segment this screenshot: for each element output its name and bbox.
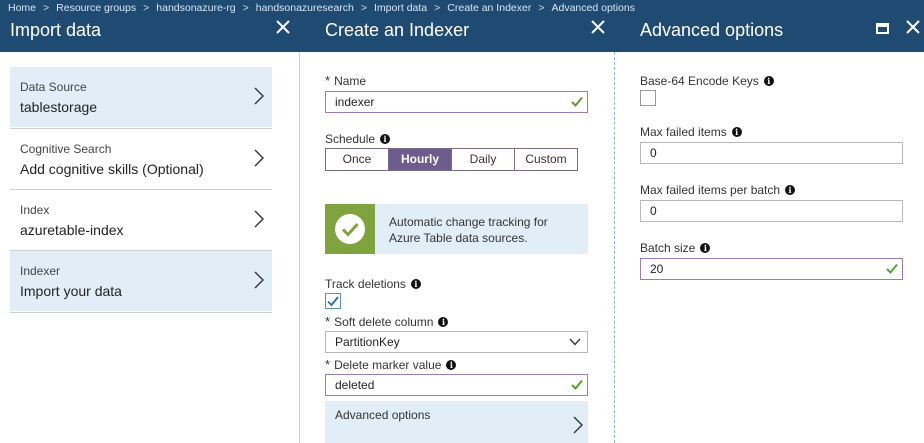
schedule-once-option[interactable]: Once <box>326 149 389 170</box>
step-label: Indexer <box>20 264 61 278</box>
track-deletions-checkbox[interactable] <box>325 293 341 309</box>
max-failed-batch-input[interactable]: 0 <box>640 200 903 222</box>
chevron-right-icon <box>254 271 264 289</box>
blade-divider-active <box>614 52 615 443</box>
breadcrumb-create-indexer[interactable]: Create an Indexer <box>447 2 531 14</box>
schedule-hourly-option[interactable]: Hourly <box>389 149 452 170</box>
name-label: * Name <box>325 73 367 88</box>
schedule-selector: Once Hourly Daily Custom <box>325 148 578 171</box>
chevron-down-icon <box>569 338 581 346</box>
schedule-label: Schedule i <box>325 132 391 146</box>
required-marker: * <box>325 73 331 88</box>
step-value: azuretable-index <box>20 222 124 238</box>
portal-header: Home > Resource groups > handsonazure-rg > … <box>0 0 924 52</box>
close-icon[interactable] <box>904 17 922 39</box>
success-icon <box>335 214 365 244</box>
close-icon[interactable] <box>589 17 607 39</box>
notice-text: Automatic change tracking for Azure Tabl… <box>389 215 548 245</box>
step-value: Import your data <box>20 283 122 299</box>
breadcrumb-import-data[interactable]: Import data <box>374 2 427 14</box>
import-blade-title: Import data <box>10 20 102 40</box>
step-value: Add cognitive skills (Optional) <box>20 161 204 177</box>
breadcrumb-resource-groups[interactable]: Resource groups <box>56 2 136 14</box>
advanced-options-label: Advanced options <box>335 408 431 422</box>
chevron-right-icon <box>254 87 264 105</box>
breadcrumb-separator: > <box>538 2 545 14</box>
step-label: Data Source <box>20 80 87 94</box>
change-tracking-notice: Automatic change tracking for Azure Tabl… <box>325 204 588 254</box>
schedule-daily-option[interactable]: Daily <box>452 149 515 170</box>
checkmark-icon <box>327 296 339 307</box>
advanced-blade-title: Advanced options <box>640 20 784 40</box>
step-index[interactable]: Index azuretable-index <box>10 190 272 250</box>
info-icon[interactable]: i <box>763 76 774 86</box>
blade-divider <box>299 52 300 443</box>
batch-size-label: Batch size i <box>640 241 711 255</box>
breadcrumb-separator: > <box>360 2 368 14</box>
chevron-right-icon <box>254 149 264 167</box>
breadcrumb-separator: > <box>143 2 150 14</box>
breadcrumb-home[interactable]: Home <box>8 2 36 14</box>
breadcrumb-separator: > <box>242 2 249 14</box>
max-failed-items-label: Max failed items i <box>640 125 742 139</box>
soft-delete-column-label: * Soft delete column i <box>325 314 449 329</box>
info-icon[interactable]: i <box>785 185 796 195</box>
maximize-icon[interactable] <box>876 23 889 34</box>
close-icon[interactable] <box>274 17 292 39</box>
checkmark-icon <box>886 263 898 274</box>
breadcrumb-separator: > <box>434 2 441 14</box>
info-icon[interactable]: i <box>446 359 457 370</box>
max-failed-items-input[interactable]: 0 <box>640 142 903 164</box>
step-label: Index <box>20 203 50 217</box>
step-cognitive-search[interactable]: Cognitive Search Add cognitive skills (O… <box>10 129 272 189</box>
breadcrumb: Home > Resource groups > handsonazure-rg > … <box>8 1 635 15</box>
chevron-right-icon <box>573 416 583 434</box>
step-indexer[interactable]: Indexer Import your data <box>10 251 272 311</box>
chevron-right-icon <box>254 210 264 228</box>
breadcrumb-separator: > <box>43 2 50 14</box>
base64-checkbox[interactable] <box>640 90 656 106</box>
divider <box>10 312 272 313</box>
soft-delete-column-select[interactable]: PartitionKey <box>325 331 588 353</box>
delete-marker-input[interactable]: deleted <box>325 374 588 396</box>
step-value: tablestorage <box>20 99 98 115</box>
checkmark-icon <box>571 96 583 107</box>
step-data-source[interactable]: Data Source tablestorage <box>10 67 272 127</box>
max-failed-batch-label: Max failed items per batch i <box>640 183 796 197</box>
track-deletions-label: Track deletions i <box>325 277 421 291</box>
advanced-options-link[interactable]: Advanced options <box>325 401 588 443</box>
info-icon[interactable]: i <box>410 279 421 289</box>
required-marker: * <box>325 357 331 372</box>
breadcrumb-resource-group[interactable]: handsonazure-rg <box>156 2 235 14</box>
info-icon[interactable]: i <box>380 134 391 144</box>
checkmark-icon <box>571 379 583 390</box>
base64-label: Base-64 Encode Keys i <box>640 74 774 88</box>
info-icon[interactable]: i <box>731 127 742 137</box>
step-label: Cognitive Search <box>20 142 112 156</box>
info-icon[interactable]: i <box>700 243 711 253</box>
breadcrumb-current: Advanced options <box>551 2 635 14</box>
breadcrumb-search-service[interactable]: handsonazuresearch <box>256 2 354 14</box>
success-badge <box>325 204 375 254</box>
schedule-custom-option[interactable]: Custom <box>515 149 577 170</box>
indexer-blade-title: Create an Indexer <box>325 20 470 40</box>
indexer-name-input[interactable]: indexer <box>325 91 588 113</box>
batch-size-input[interactable]: 20 <box>640 258 903 280</box>
info-icon[interactable]: i <box>438 316 449 327</box>
checkmark-icon <box>341 222 359 237</box>
delete-marker-label: * Delete marker value i <box>325 357 457 372</box>
required-marker: * <box>325 314 331 329</box>
